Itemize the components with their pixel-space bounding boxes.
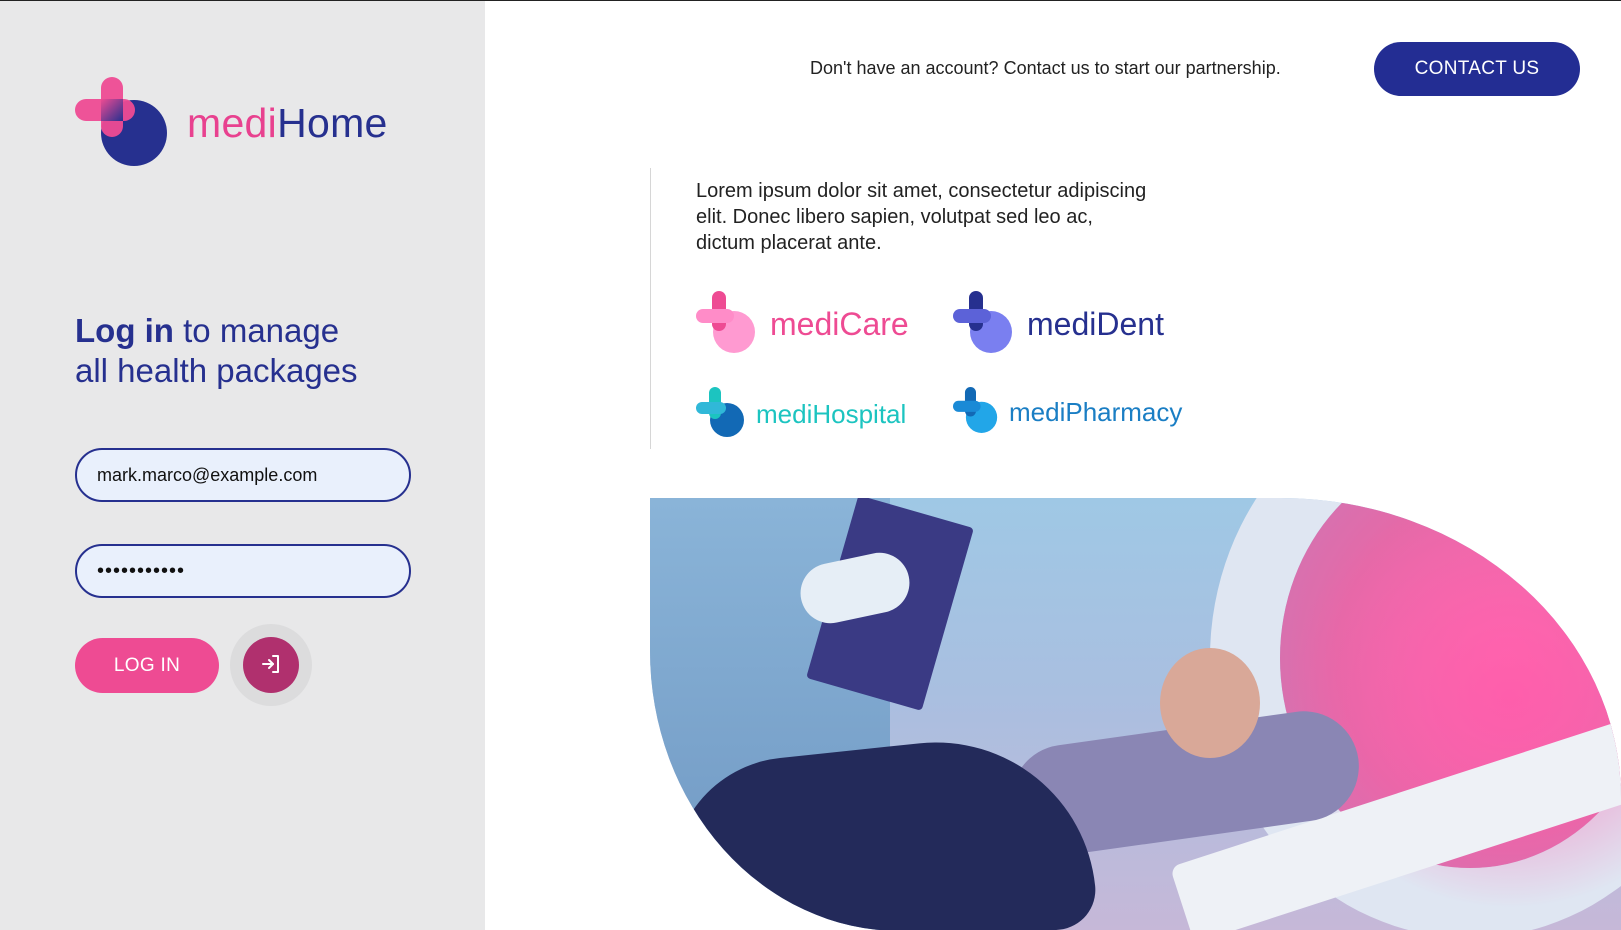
brand-medihospital: mediHospital xyxy=(696,387,906,442)
sign-in-icon xyxy=(260,653,282,678)
brand-part1: medi xyxy=(187,99,278,146)
headline-strong: Log in xyxy=(75,312,174,349)
hero-image xyxy=(650,498,1621,930)
password-field[interactable] xyxy=(75,544,411,598)
login-icon-button-wrap xyxy=(230,624,312,706)
brand-name: mediDent xyxy=(1027,306,1164,342)
brand-medident: mediDent xyxy=(953,291,1164,358)
email-field[interactable] xyxy=(75,448,411,502)
brand-medicare: mediCare xyxy=(696,291,909,358)
login-panel: mediHome Log in to manage all health pac… xyxy=(0,1,485,930)
medihospital-icon xyxy=(696,387,746,442)
intro-text: Lorem ipsum dolor sit amet, consectetur … xyxy=(696,180,1147,254)
medihome-logo: mediHome xyxy=(75,77,388,169)
page: mediHome Log in to manage all health pac… xyxy=(0,0,1621,930)
brand-name: mediHospital xyxy=(756,399,907,429)
headline-rest2: all health packages xyxy=(75,352,358,389)
login-button[interactable]: LOG IN xyxy=(75,638,219,693)
brand-part2: Home xyxy=(277,99,388,146)
brand-name: mediCare xyxy=(770,306,909,342)
medident-icon xyxy=(953,291,1015,358)
login-headline: Log in to manage all health packages xyxy=(75,311,435,391)
contact-us-button[interactable]: CONTACT US xyxy=(1374,42,1580,96)
headline-rest1: to manage xyxy=(173,312,340,349)
brand-name: mediPharmacy xyxy=(1009,397,1183,427)
medicare-icon xyxy=(696,291,758,358)
patient-head xyxy=(1160,648,1260,758)
medihome-wordmark: mediHome xyxy=(187,100,388,147)
brand-medipharmacy: mediPharmacy xyxy=(953,387,1182,438)
medipharmacy-icon xyxy=(953,387,999,438)
signup-prompt: Don't have an account? Contact us to sta… xyxy=(810,58,1281,78)
login-icon-button[interactable] xyxy=(243,637,299,693)
medihome-logo-icon xyxy=(75,77,167,169)
vertical-divider xyxy=(650,168,651,449)
